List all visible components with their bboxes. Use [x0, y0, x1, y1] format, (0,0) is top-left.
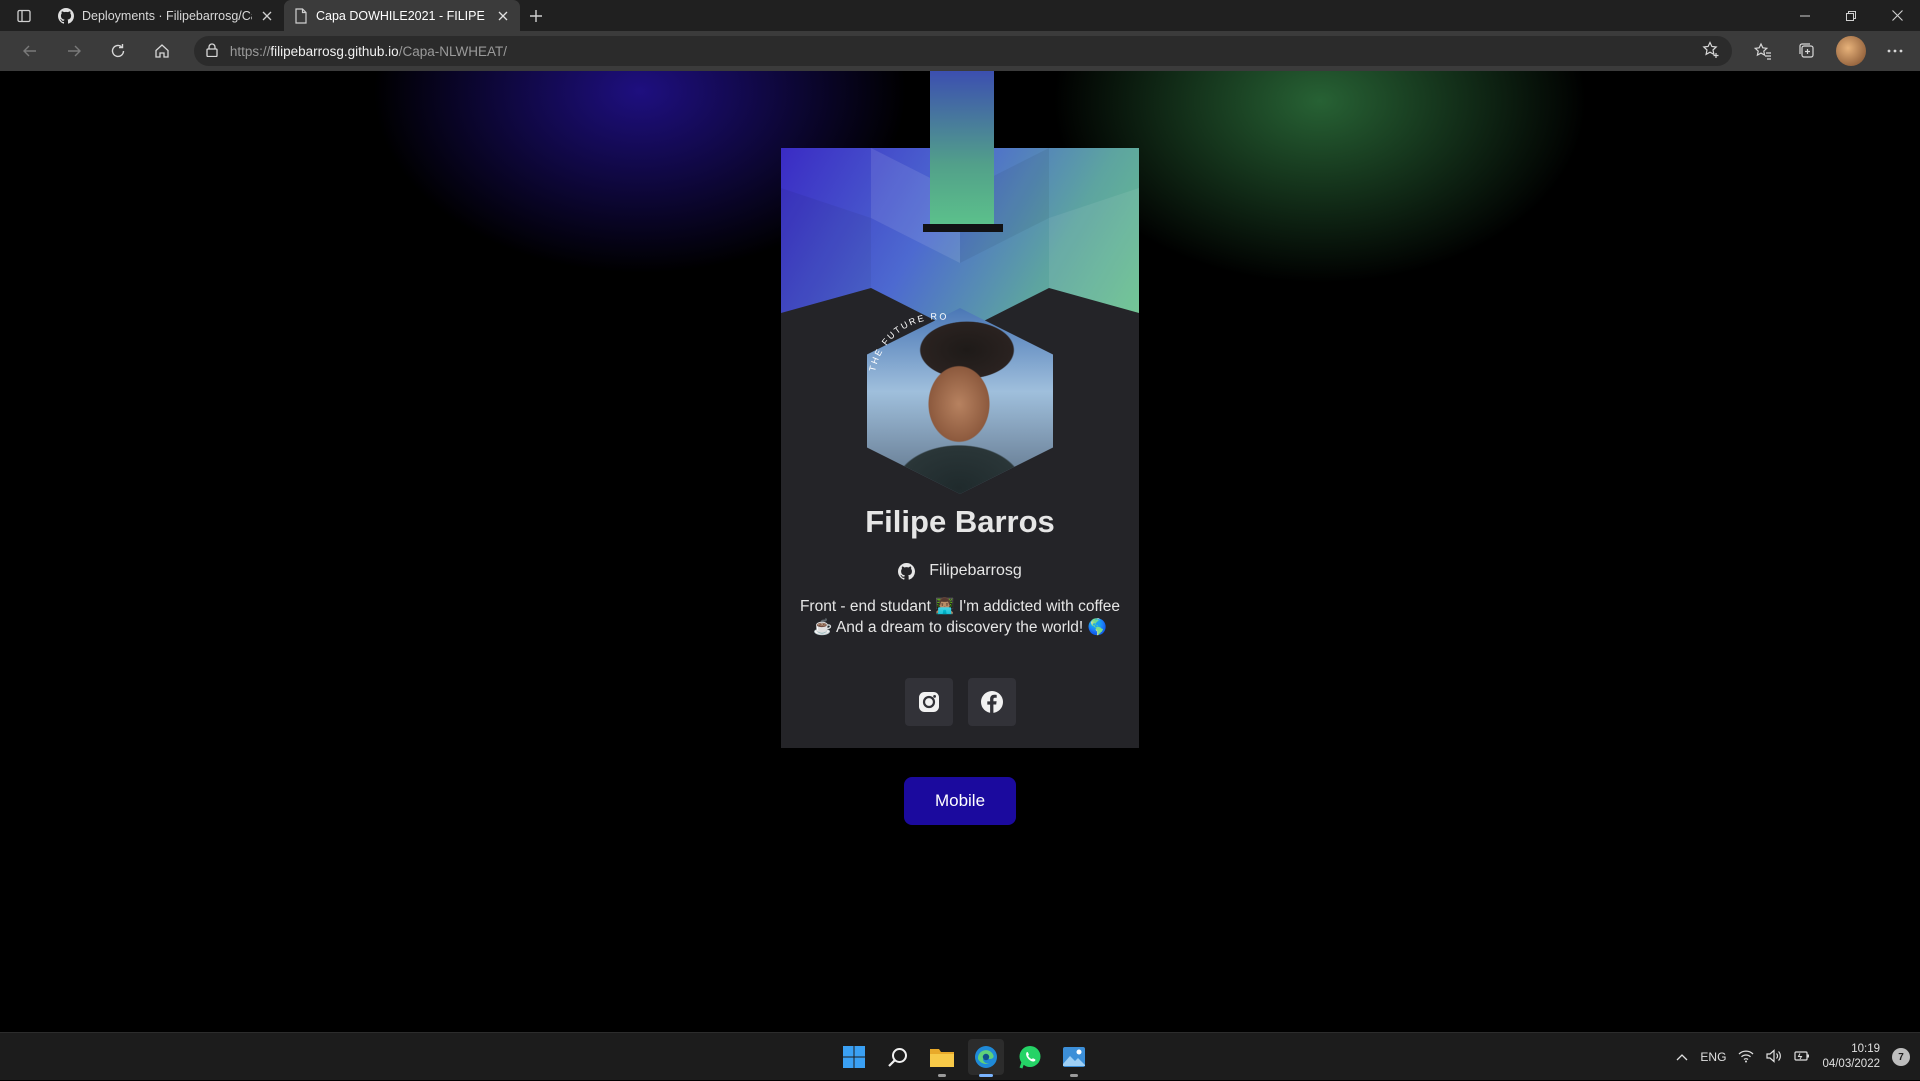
social-links: [781, 678, 1139, 726]
star-plus-icon: [1702, 40, 1719, 58]
bio-line: ☕ And a dream to discovery the world! 🌎: [813, 619, 1107, 636]
profile-bio: Front - end studant 👨🏽‍💻 I'm addicted wi…: [791, 596, 1129, 638]
avatar: [1836, 36, 1866, 66]
svg-text:THE FUTURE ROCKSTAR: THE FUTURE ROCKSTAR: [867, 308, 949, 373]
tab-deployments[interactable]: Deployments · Filipebarrosg/Capa: [48, 0, 284, 31]
window-controls: [1782, 0, 1920, 31]
github-icon: [58, 7, 74, 24]
system-tray: ENG 10:19 04/03/2022 7: [1676, 1033, 1910, 1081]
tab-actions-icon: [17, 9, 31, 22]
facebook-icon: [980, 691, 1003, 713]
github-link[interactable]: Filipebarrosg: [781, 562, 1139, 580]
home-button[interactable]: [142, 35, 182, 67]
start-button[interactable]: [836, 1039, 872, 1075]
home-icon: [155, 44, 169, 58]
url-scheme: https://: [229, 43, 271, 59]
whatsapp-icon: [1019, 1046, 1041, 1069]
arrow-right-icon: [67, 45, 81, 57]
settings-menu-button[interactable]: [1880, 36, 1910, 66]
close-icon: [262, 11, 272, 20]
chevron-up-icon: [1676, 1054, 1688, 1061]
tab-close-button[interactable]: [260, 9, 274, 23]
tab-title: Capa DOWHILE2021 - FILIPE BARROS: [316, 8, 488, 23]
page-icon: [295, 7, 307, 24]
collections-icon: [1799, 43, 1814, 58]
close-icon: [1891, 10, 1903, 21]
restore-icon: [1846, 10, 1856, 21]
tab-close-button[interactable]: [496, 9, 510, 23]
taskbar-apps: [836, 1033, 1092, 1081]
badge-clip: [923, 224, 1003, 232]
tab-bar: Deployments · Filipebarrosg/Capa Capa DO…: [0, 0, 1920, 31]
search-button[interactable]: [880, 1039, 916, 1075]
url-path: /Capa-NLWHEAT/: [398, 43, 507, 59]
file-explorer-button[interactable]: [924, 1039, 960, 1077]
notification-badge[interactable]: 7: [1892, 1048, 1910, 1066]
minimize-button[interactable]: [1782, 0, 1828, 31]
battery-icon[interactable]: [1794, 1050, 1810, 1065]
tab-actions-button[interactable]: [0, 0, 48, 31]
browser-toolbar: [1748, 36, 1910, 66]
search-icon: [888, 1048, 907, 1067]
mobile-button[interactable]: Mobile: [904, 777, 1016, 825]
badge-strap: [930, 71, 994, 227]
bio-line: Front - end studant 👨🏽‍💻 I'm addicted wi…: [799, 598, 1121, 615]
taskbar: ENG 10:19 04/03/2022 7: [0, 1032, 1920, 1080]
close-window-button[interactable]: [1874, 0, 1920, 31]
edge-button[interactable]: [968, 1039, 1004, 1077]
url-host: filipebarrosg.github.io: [270, 43, 399, 59]
wifi-icon[interactable]: [1738, 1049, 1754, 1066]
close-icon: [498, 11, 508, 20]
photo-ring-text: THE FUTURE ROCKSTAR: [867, 308, 949, 373]
clock-date: 04/03/2022: [1822, 1058, 1880, 1070]
url-input[interactable]: https://filipebarrosg.github.io/Capa-NLW…: [193, 36, 1732, 66]
facebook-button[interactable]: [967, 678, 1016, 726]
language-indicator[interactable]: ENG: [1700, 1050, 1726, 1064]
favorites-icon: [1754, 42, 1771, 60]
address-bar-row: https://filipebarrosg.github.io/Capa-NLW…: [0, 31, 1920, 71]
restore-button[interactable]: [1828, 0, 1874, 31]
photos-button[interactable]: [1056, 1039, 1092, 1077]
collections-button[interactable]: [1792, 36, 1822, 66]
volume-icon[interactable]: [1766, 1048, 1782, 1066]
favorites-button[interactable]: [1748, 36, 1778, 66]
clock-time: 10:19: [1851, 1043, 1880, 1055]
profile-photo: THE FUTURE ROCKSTAR: [867, 308, 1053, 494]
refresh-icon: [111, 44, 125, 58]
minimize-icon: [1800, 15, 1810, 16]
add-favorite-button[interactable]: [1702, 40, 1720, 62]
lock-icon: [206, 42, 218, 60]
arrow-left-icon: [22, 45, 36, 57]
github-username: Filipebarrosg: [929, 562, 1022, 579]
folder-icon: [930, 1049, 954, 1067]
refresh-button[interactable]: [98, 35, 138, 67]
profile-card: THE FUTURE ROCKSTAR Filipe Barros Filipe…: [781, 148, 1139, 748]
back-button[interactable]: [10, 35, 50, 67]
more-icon: [1887, 49, 1903, 53]
plus-icon: [530, 9, 542, 22]
photos-icon: [1063, 1047, 1085, 1067]
edge-icon: [975, 1046, 997, 1068]
github-icon: [898, 562, 916, 580]
profile-button[interactable]: [1836, 36, 1866, 66]
windows-icon: [843, 1046, 865, 1068]
forward-button[interactable]: [54, 35, 94, 67]
instagram-icon: [918, 692, 939, 712]
tab-title: Deployments · Filipebarrosg/Capa: [82, 8, 252, 23]
tab-capa[interactable]: Capa DOWHILE2021 - FILIPE BARROS: [284, 0, 520, 31]
show-hidden-icons-button[interactable]: [1676, 1050, 1688, 1064]
instagram-button[interactable]: [904, 678, 953, 726]
profile-name: Filipe Barros: [865, 504, 1055, 539]
new-tab-button[interactable]: [520, 0, 552, 31]
whatsapp-button[interactable]: [1012, 1039, 1048, 1075]
clock[interactable]: 10:19 04/03/2022: [1822, 1042, 1880, 1072]
